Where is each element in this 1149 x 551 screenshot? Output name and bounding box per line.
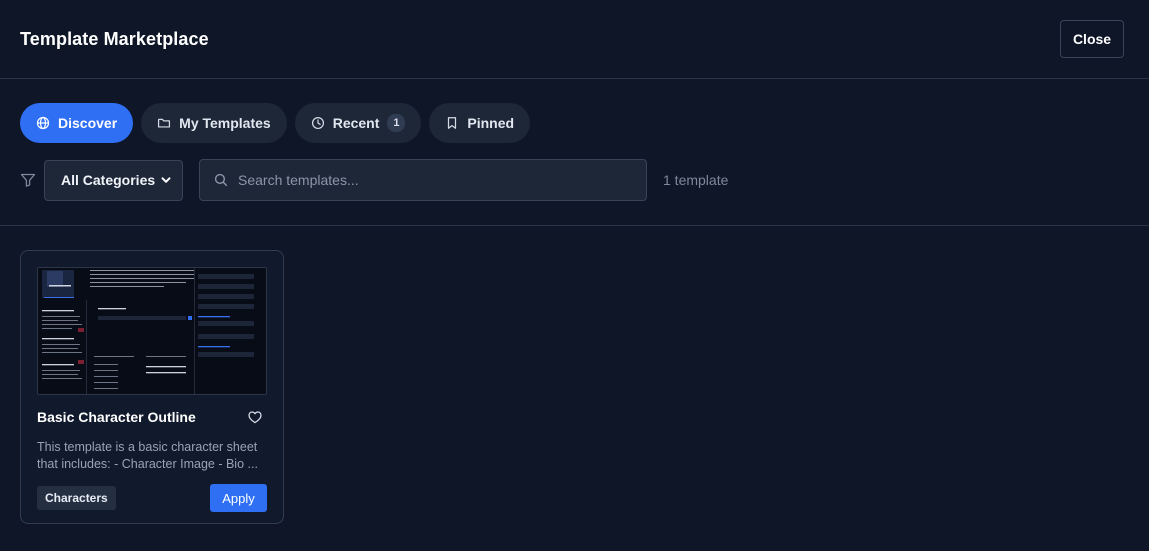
template-card[interactable]: Basic Character Outline This template is… bbox=[20, 250, 284, 524]
heart-icon[interactable] bbox=[247, 409, 263, 425]
tab-label: Discover bbox=[58, 115, 118, 131]
page-title: Template Marketplace bbox=[20, 28, 209, 49]
category-select-value: All Categories bbox=[61, 172, 156, 188]
search-box bbox=[199, 159, 647, 201]
tab-discover[interactable]: Discover bbox=[20, 103, 134, 143]
tab-bar: Discover My Templates Recent 1 Pinned bbox=[20, 103, 531, 143]
tab-label: Pinned bbox=[467, 115, 515, 131]
close-button[interactable]: Close bbox=[1060, 20, 1124, 58]
tab-pinned[interactable]: Pinned bbox=[429, 103, 531, 143]
category-select[interactable]: All Categories bbox=[44, 159, 183, 201]
clock-icon bbox=[311, 116, 324, 130]
chevron-down-icon bbox=[161, 177, 171, 183]
template-preview-image bbox=[37, 267, 267, 395]
tab-recent[interactable]: Recent 1 bbox=[294, 103, 422, 143]
globe-icon bbox=[36, 116, 50, 130]
divider bbox=[0, 225, 1149, 226]
folder-icon bbox=[158, 118, 171, 128]
result-count: 1 template bbox=[663, 172, 729, 188]
tab-label: My Templates bbox=[179, 115, 271, 131]
template-description: This template is a basic character sheet… bbox=[37, 440, 258, 471]
search-input[interactable] bbox=[238, 172, 632, 188]
filter-icon bbox=[20, 173, 36, 187]
bookmark-icon bbox=[448, 117, 457, 129]
recent-count-badge: 1 bbox=[387, 114, 406, 132]
modal-header: Template Marketplace Close bbox=[0, 0, 1149, 79]
category-badge: Characters bbox=[37, 486, 116, 510]
template-title: Basic Character Outline bbox=[37, 409, 196, 425]
filter-row: All Categories 1 template bbox=[20, 159, 728, 201]
apply-button[interactable]: Apply bbox=[210, 484, 267, 512]
tab-label: Recent bbox=[332, 115, 380, 131]
tab-my-templates[interactable]: My Templates bbox=[141, 103, 287, 143]
search-icon bbox=[214, 173, 228, 187]
